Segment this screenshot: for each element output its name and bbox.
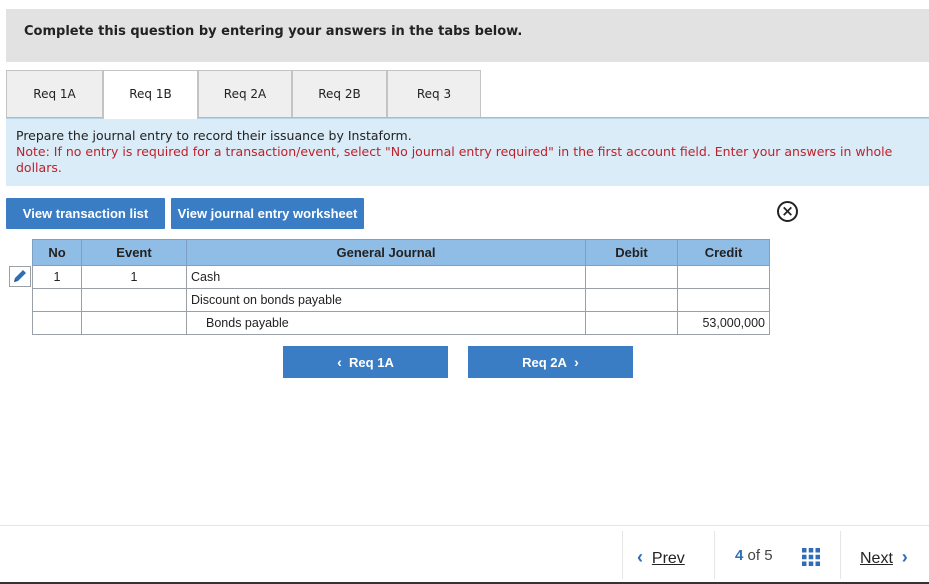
footer-separator — [714, 531, 715, 579]
row-event: 1 — [81, 265, 187, 289]
requirement-tabs: Req 1A Req 1B Req 2A Req 2B Req 3 — [6, 70, 929, 119]
tab-req-2a[interactable]: Req 2A — [198, 70, 292, 118]
tab-req-1b[interactable]: Req 1B — [103, 70, 198, 119]
col-header-no: No — [32, 239, 82, 266]
credit-field[interactable] — [677, 288, 770, 312]
next-requirement-button[interactable]: Req 2A › — [468, 346, 633, 378]
col-header-general-journal: General Journal — [186, 239, 586, 266]
credit-field[interactable] — [677, 265, 770, 289]
account-field[interactable]: Discount on bonds payable — [186, 288, 586, 312]
debit-field[interactable] — [585, 311, 678, 335]
page-indicator: 4 of 5 — [735, 547, 773, 564]
prev-label: Prev — [651, 550, 685, 567]
table-row: Discount on bonds payable — [32, 288, 770, 312]
row-event — [81, 311, 187, 335]
footer-separator — [622, 531, 623, 579]
row-no: 1 — [32, 265, 82, 289]
tab-req-3[interactable]: Req 3 — [387, 70, 481, 118]
page-of: of — [747, 547, 761, 564]
account-field[interactable]: Bonds payable — [186, 311, 586, 335]
question-header: Complete this question by entering your … — [6, 9, 929, 62]
footer-divider — [0, 525, 929, 526]
col-header-credit: Credit — [677, 239, 770, 266]
edit-entry-button[interactable] — [9, 266, 31, 287]
circle-x-icon[interactable]: × — [777, 201, 798, 222]
tab-req-1a[interactable]: Req 1A — [6, 70, 103, 118]
header-title: Complete this question by entering your … — [24, 24, 523, 39]
chevron-right-icon: › — [901, 547, 908, 567]
col-header-event: Event — [81, 239, 187, 266]
chevron-left-icon: ‹ — [337, 354, 342, 370]
chevron-right-icon: › — [574, 354, 579, 370]
journal-entry-table: No Event General Journal Debit Credit 1 … — [32, 239, 770, 335]
debit-field[interactable] — [585, 288, 678, 312]
prev-requirement-button[interactable]: ‹ Req 1A — [283, 346, 448, 378]
prev-button[interactable]: ‹ Prev — [637, 547, 685, 568]
next-button[interactable]: Next › — [860, 547, 908, 568]
next-label: Next — [860, 550, 893, 567]
credit-field[interactable]: 53,000,000 — [677, 311, 770, 335]
row-no — [32, 288, 82, 312]
row-event — [81, 288, 187, 312]
chevron-left-icon: ‹ — [637, 547, 643, 567]
row-no — [32, 311, 82, 335]
instruction-text: Prepare the journal entry to record thei… — [16, 128, 412, 143]
journal-header-row: No Event General Journal Debit Credit — [32, 239, 770, 266]
debit-field[interactable] — [585, 265, 678, 289]
view-transaction-list-button[interactable]: View transaction list — [6, 198, 165, 229]
footer-separator — [840, 531, 841, 579]
next-requirement-label: Req 2A — [522, 355, 567, 370]
instructions-panel: Prepare the journal entry to record thei… — [6, 118, 929, 186]
table-row: 1 1 Cash — [32, 265, 770, 289]
col-header-debit: Debit — [585, 239, 678, 266]
tab-req-2b[interactable]: Req 2B — [292, 70, 387, 118]
prev-requirement-label: Req 1A — [349, 355, 394, 370]
total-pages: 5 — [764, 547, 773, 564]
view-journal-entry-worksheet-button[interactable]: View journal entry worksheet — [171, 198, 364, 229]
current-page: 4 — [735, 547, 744, 564]
instruction-note: Note: If no entry is required for a tran… — [16, 144, 893, 175]
pencil-icon — [14, 270, 26, 282]
grid-icon[interactable] — [802, 548, 820, 566]
table-row: Bonds payable 53,000,000 — [32, 311, 770, 335]
account-field[interactable]: Cash — [186, 265, 586, 289]
